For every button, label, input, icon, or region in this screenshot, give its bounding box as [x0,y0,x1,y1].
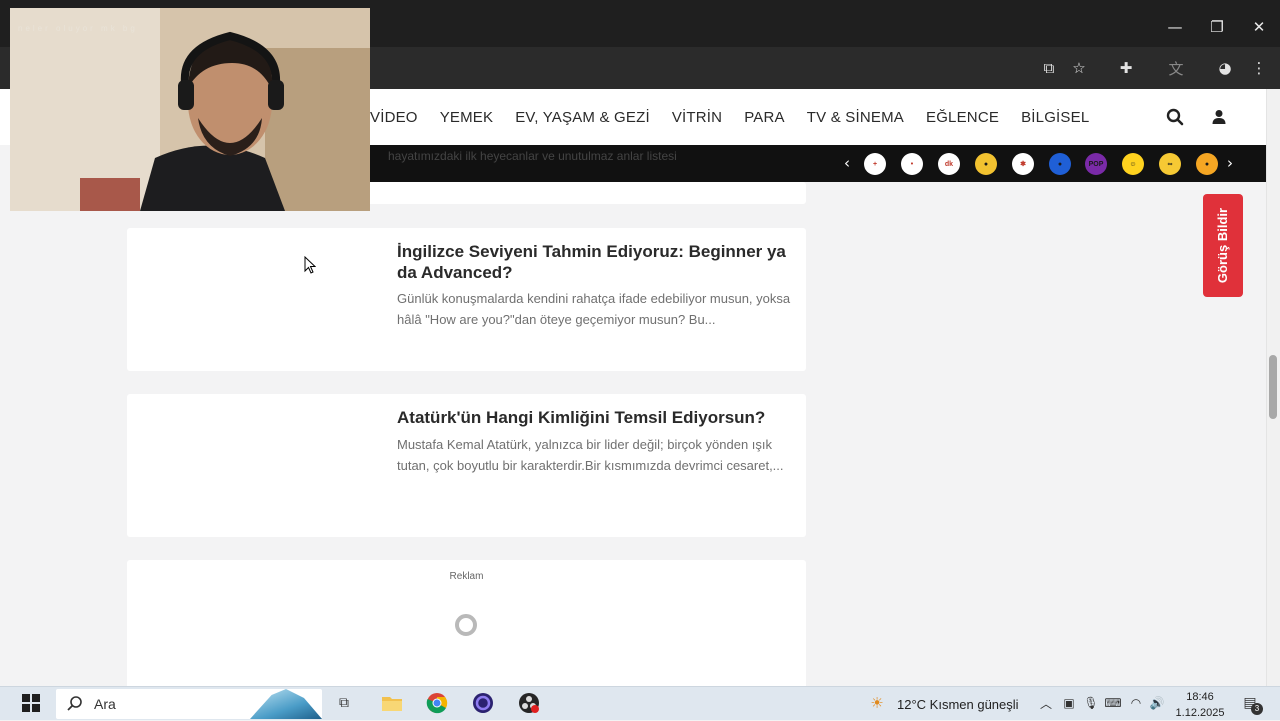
extensions-icon[interactable]: ✚ [1115,57,1137,79]
nav-item-para[interactable]: PARA [744,109,785,126]
nav-item-vitrin[interactable]: VİTRİN [672,109,722,126]
ad-card: Reklam [127,560,806,686]
app-ring-icon[interactable] [472,692,494,714]
input-method-icon[interactable]: ⌨ [1104,694,1122,712]
close-button[interactable]: ✕ [1238,8,1280,46]
article-excerpt: Mustafa Kemal Atatürk, yalnızca bir lide… [397,437,784,473]
article-excerpt: Günlük konuşmalarda kendini rahatça ifad… [397,291,791,327]
taskbar-search-placeholder: Ara [94,696,116,712]
nav-item-bilgisel[interactable]: BİLGİSEL [1021,109,1089,126]
plus-brand-icon[interactable]: + [864,153,886,175]
chrome-icon[interactable] [426,692,448,714]
ad-loading-icon [455,614,477,636]
bookmark-star-icon[interactable]: ☆ [1068,57,1090,79]
feedback-label: Görüş Bildir [1215,207,1231,284]
article-card[interactable]: İngilizce Seviyeni Tahmin Ediyoruz: Begi… [127,228,806,371]
minimize-button[interactable]: — [1154,8,1196,46]
user-account-icon[interactable] [1208,106,1230,128]
webcam-overlay-text: neler oluyor mk bg [18,24,138,33]
obs-icon[interactable] [518,692,540,714]
taskbar-search-icon [67,696,82,711]
article-card[interactable]: Atatürk'ün Hangi Kimliğini Temsil Ediyor… [127,394,806,537]
feedback-button[interactable]: Görüş Bildir [1203,194,1243,297]
microphone-icon[interactable]: 🎙 [1082,694,1100,712]
restore-button[interactable]: ❐ [1196,8,1238,46]
profile-icon[interactable]: ◕ [1214,57,1236,79]
volume-icon[interactable]: 🔊 [1148,694,1166,712]
nav-item-video[interactable]: VİDEO [370,109,418,126]
webcam-overlay: neler oluyor mk bg [10,8,370,211]
article-title[interactable]: İngilizce Seviyeni Tahmin Ediyoruz: Begi… [397,241,792,283]
webcam-person-image [10,8,370,211]
tray-app-icon[interactable]: ▣ [1060,694,1078,712]
mouse-cursor-icon [304,256,316,274]
notification-badge: 3 [1251,703,1263,715]
page-content: İngilizce Seviyeni Tahmin Ediyoruz: Begi… [0,182,1266,686]
show-hidden-icons-icon[interactable]: ︿ [1037,694,1055,712]
install-app-icon[interactable]: ⧉ [1038,57,1060,79]
translate-icon[interactable]: 文 [1165,57,1187,79]
window-controls: — ❐ ✕ [1154,8,1280,46]
weather-text[interactable]: 12°C Kısmen güneşli [897,697,1019,712]
windows-start-icon[interactable] [22,694,40,712]
snowflake-brand-icon[interactable]: ✱ [1012,153,1034,175]
orange-brand-icon[interactable]: ● [1196,153,1218,175]
nav-item-eglence[interactable]: EĞLENCE [926,109,999,126]
eye-brand-icon[interactable]: ∞ [1159,153,1181,175]
nav-item-tv-sinema[interactable]: TV & SİNEMA [807,109,904,126]
emoji-brand-icon[interactable]: ☺ [1122,153,1144,175]
search-icon[interactable] [1164,106,1186,128]
circle-brand-icon[interactable]: • [901,153,923,175]
nav-item-yemek[interactable]: YEMEK [440,109,494,126]
brand-prev-arrow-icon[interactable]: ‹ [844,154,850,172]
yellow-brand-icon[interactable]: ● [975,153,997,175]
nav-item-ev-yasam-gezi[interactable]: EV, YAŞAM & GEZİ [515,109,650,126]
dk-brand-icon[interactable]: dk [938,153,960,175]
more-menu-icon[interactable]: ⋮ [1248,57,1270,79]
clock-date: 1.12.2025 [1175,707,1225,719]
brand-next-arrow-icon[interactable]: › [1227,154,1233,172]
strip-headline[interactable]: hayatımızdaki ilk heyecanlar ve unutulma… [388,149,677,163]
wifi-icon[interactable]: ◠ [1127,694,1145,712]
file-explorer-icon[interactable] [381,692,403,714]
scrollbar-thumb[interactable] [1269,355,1277,419]
task-view-icon[interactable]: ⧉ [333,692,355,714]
blue-brand-icon[interactable]: ● [1049,153,1071,175]
taskbar-clock[interactable]: 18:46 1.12.2025 [1170,689,1230,721]
pop-brand-icon[interactable]: POP [1085,153,1107,175]
ad-label: Reklam [449,571,484,582]
clock-time: 18:46 [1186,691,1214,703]
main-navigation: VİDEO YEMEK EV, YAŞAM & GEZİ VİTRİN PARA… [370,89,1111,145]
weather-icon[interactable]: ☀ [868,694,886,712]
article-title[interactable]: Atatürk'ün Hangi Kimliğini Temsil Ediyor… [397,407,792,428]
